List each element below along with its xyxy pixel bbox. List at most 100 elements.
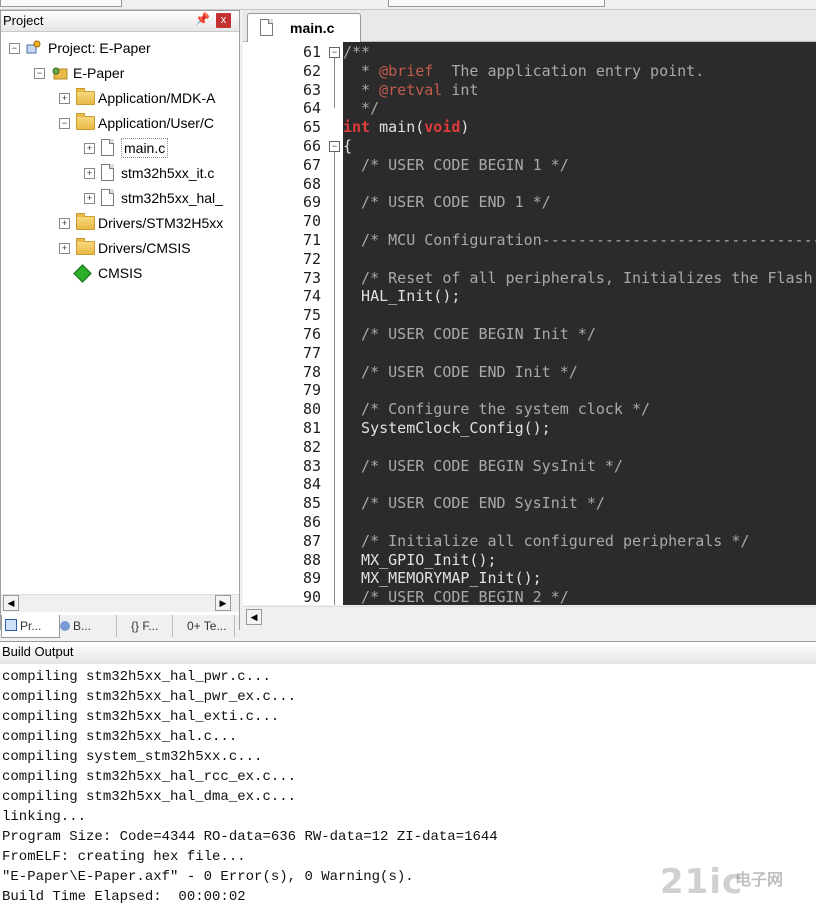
- panel-tab[interactable]: {} F...: [115, 615, 173, 637]
- folder-icon: [76, 238, 95, 255]
- code-comment: *: [343, 80, 380, 99]
- code-line[interactable]: * @retval int: [343, 81, 478, 100]
- target-icon: [51, 65, 68, 80]
- code-line[interactable]: HAL_Init();: [343, 287, 460, 306]
- line-number: 76: [302, 325, 321, 343]
- panel-tab[interactable]: Pr...: [1, 615, 60, 638]
- code-text: ): [460, 118, 470, 137]
- code-line[interactable]: /* USER CODE END SysInit */: [343, 494, 605, 513]
- code-comment: /**: [343, 43, 371, 61]
- toolbar-strip: [0, 0, 816, 10]
- code-line[interactable]: /* Configure the system clock */: [343, 400, 650, 419]
- code-line[interactable]: int main(void): [343, 118, 469, 137]
- code-line[interactable]: /* MCU Configuration--------------------…: [343, 231, 816, 250]
- line-number: 88: [302, 550, 321, 569]
- scroll-left-icon[interactable]: ◀: [3, 595, 19, 611]
- scroll-right-icon[interactable]: ▶: [215, 595, 231, 611]
- code-line[interactable]: /**: [343, 43, 370, 62]
- code-comment: /* USER CODE END Init */: [343, 362, 578, 381]
- panel-tab-label: Pr...: [20, 619, 42, 633]
- scroll-left-icon[interactable]: ◀: [246, 609, 262, 625]
- fold-collapse-icon[interactable]: −: [329, 141, 340, 152]
- line-number: 67: [302, 155, 321, 174]
- line-number: 79: [302, 381, 321, 400]
- expand-icon[interactable]: +: [59, 218, 70, 229]
- close-icon[interactable]: x: [216, 13, 231, 28]
- editor-horizontal-scrollbar[interactable]: ◀: [243, 606, 816, 629]
- build-log-line: compiling system_stm32h5xx.c...: [2, 749, 263, 765]
- folder-icon: [76, 213, 95, 230]
- code-line[interactable]: /* USER CODE BEGIN 2 */: [343, 588, 569, 605]
- expand-icon[interactable]: +: [84, 193, 95, 204]
- code-text: MX_MEMORYMAP_Init();: [343, 569, 542, 588]
- line-number: 64: [302, 99, 321, 118]
- code-comment: /* USER CODE END SysInit */: [343, 494, 605, 513]
- toolbar-combo[interactable]: [388, 0, 605, 7]
- tree-item-label: Drivers/CMSIS: [98, 240, 191, 256]
- line-number: 80: [302, 400, 321, 419]
- tree-item-label: stm32h5xx_it.c: [121, 165, 215, 181]
- line-number: 75: [302, 306, 321, 325]
- code-line[interactable]: /* USER CODE END 1 */: [343, 193, 551, 212]
- code-line[interactable]: /* Reset of all peripherals, Initializes…: [343, 269, 816, 288]
- line-number: 65: [302, 118, 321, 137]
- pin-icon[interactable]: 📌: [195, 12, 210, 26]
- code-comment: /* USER CODE BEGIN Init */: [343, 325, 596, 343]
- line-number: 90: [302, 588, 321, 605]
- cmsis-diamond-icon: [73, 264, 92, 283]
- code-doc-tag: @retval: [379, 80, 443, 99]
- tree-item-label: E-Paper: [73, 65, 125, 81]
- fold-column: − −: [327, 42, 343, 605]
- collapse-icon[interactable]: −: [9, 43, 20, 54]
- build-log-line: compiling stm32h5xx_hal_pwr_ex.c...: [2, 689, 297, 705]
- panel-tab[interactable]: B...: [57, 615, 117, 637]
- tree-item-label: CMSIS: [98, 265, 143, 281]
- code-area[interactable]: /** * @brief The application entry point…: [343, 42, 816, 605]
- templates-tab-icon: [174, 621, 184, 631]
- code-comment: /* USER CODE BEGIN SysInit */: [343, 456, 623, 475]
- project-panel-header: Project 📌 x: [1, 11, 239, 32]
- line-number: 63: [302, 80, 321, 99]
- fold-guide: [334, 152, 335, 605]
- project-icon: [26, 40, 41, 54]
- watermark-logo: 21ic: [660, 862, 744, 902]
- code-editor[interactable]: 61 62 63 64 65 66 67 68 69 70 71 72 73 74 75 76 77 78 79 80…: [243, 42, 816, 605]
- panel-tab-label: 0+ Te...: [187, 619, 227, 633]
- panel-tab[interactable]: 0+ Te...: [171, 615, 235, 637]
- project-horizontal-scrollbar[interactable]: ◀ ▶: [1, 594, 239, 612]
- file-icon: [101, 164, 114, 181]
- code-line[interactable]: MX_GPIO_Init();: [343, 551, 496, 570]
- tab-main-c[interactable]: main.c: [247, 13, 361, 42]
- code-line[interactable]: /* USER CODE BEGIN SysInit */: [343, 457, 623, 476]
- build-log-line: Build Time Elapsed: 00:00:02: [2, 889, 246, 905]
- file-icon: [260, 19, 273, 36]
- code-line[interactable]: /* USER CODE BEGIN Init */: [343, 325, 596, 344]
- code-comment: /* Initialize all configured peripherals…: [343, 531, 750, 550]
- toolbar-segment: [0, 0, 122, 7]
- code-line[interactable]: /* USER CODE BEGIN 1 */: [343, 156, 569, 175]
- collapse-icon[interactable]: −: [34, 68, 45, 79]
- line-number: 89: [302, 569, 321, 588]
- file-icon: [101, 139, 114, 156]
- collapse-icon[interactable]: −: [59, 118, 70, 129]
- code-line[interactable]: MX_MEMORYMAP_Init();: [343, 569, 542, 588]
- code-line[interactable]: /* USER CODE END Init */: [343, 363, 578, 382]
- expand-icon[interactable]: +: [59, 243, 70, 254]
- code-line[interactable]: * @brief The application entry point.: [343, 62, 704, 81]
- line-number-gutter: 61 62 63 64 65 66 67 68 69 70 71 72 73 74 75 76 77 78 79 80…: [243, 42, 325, 605]
- code-comment: The application entry point.: [433, 61, 705, 80]
- build-log-line: "E-Paper\E-Paper.axf" - 0 Error(s), 0 Wa…: [2, 869, 414, 885]
- expand-icon[interactable]: +: [84, 143, 95, 154]
- panel-tab-label: {} F...: [131, 619, 159, 633]
- fold-collapse-icon[interactable]: −: [329, 47, 340, 58]
- expand-icon[interactable]: +: [84, 168, 95, 179]
- code-doc-tag: @brief: [379, 61, 434, 80]
- code-line[interactable]: SystemClock_Config();: [343, 419, 551, 438]
- line-number: 83: [302, 456, 321, 475]
- code-line[interactable]: {: [343, 137, 352, 156]
- code-line[interactable]: /* Initialize all configured peripherals…: [343, 532, 749, 551]
- line-number: 72: [302, 249, 321, 268]
- code-comment: /* Configure the system clock */: [343, 400, 651, 419]
- expand-icon[interactable]: +: [59, 93, 70, 104]
- code-line[interactable]: */: [343, 99, 379, 118]
